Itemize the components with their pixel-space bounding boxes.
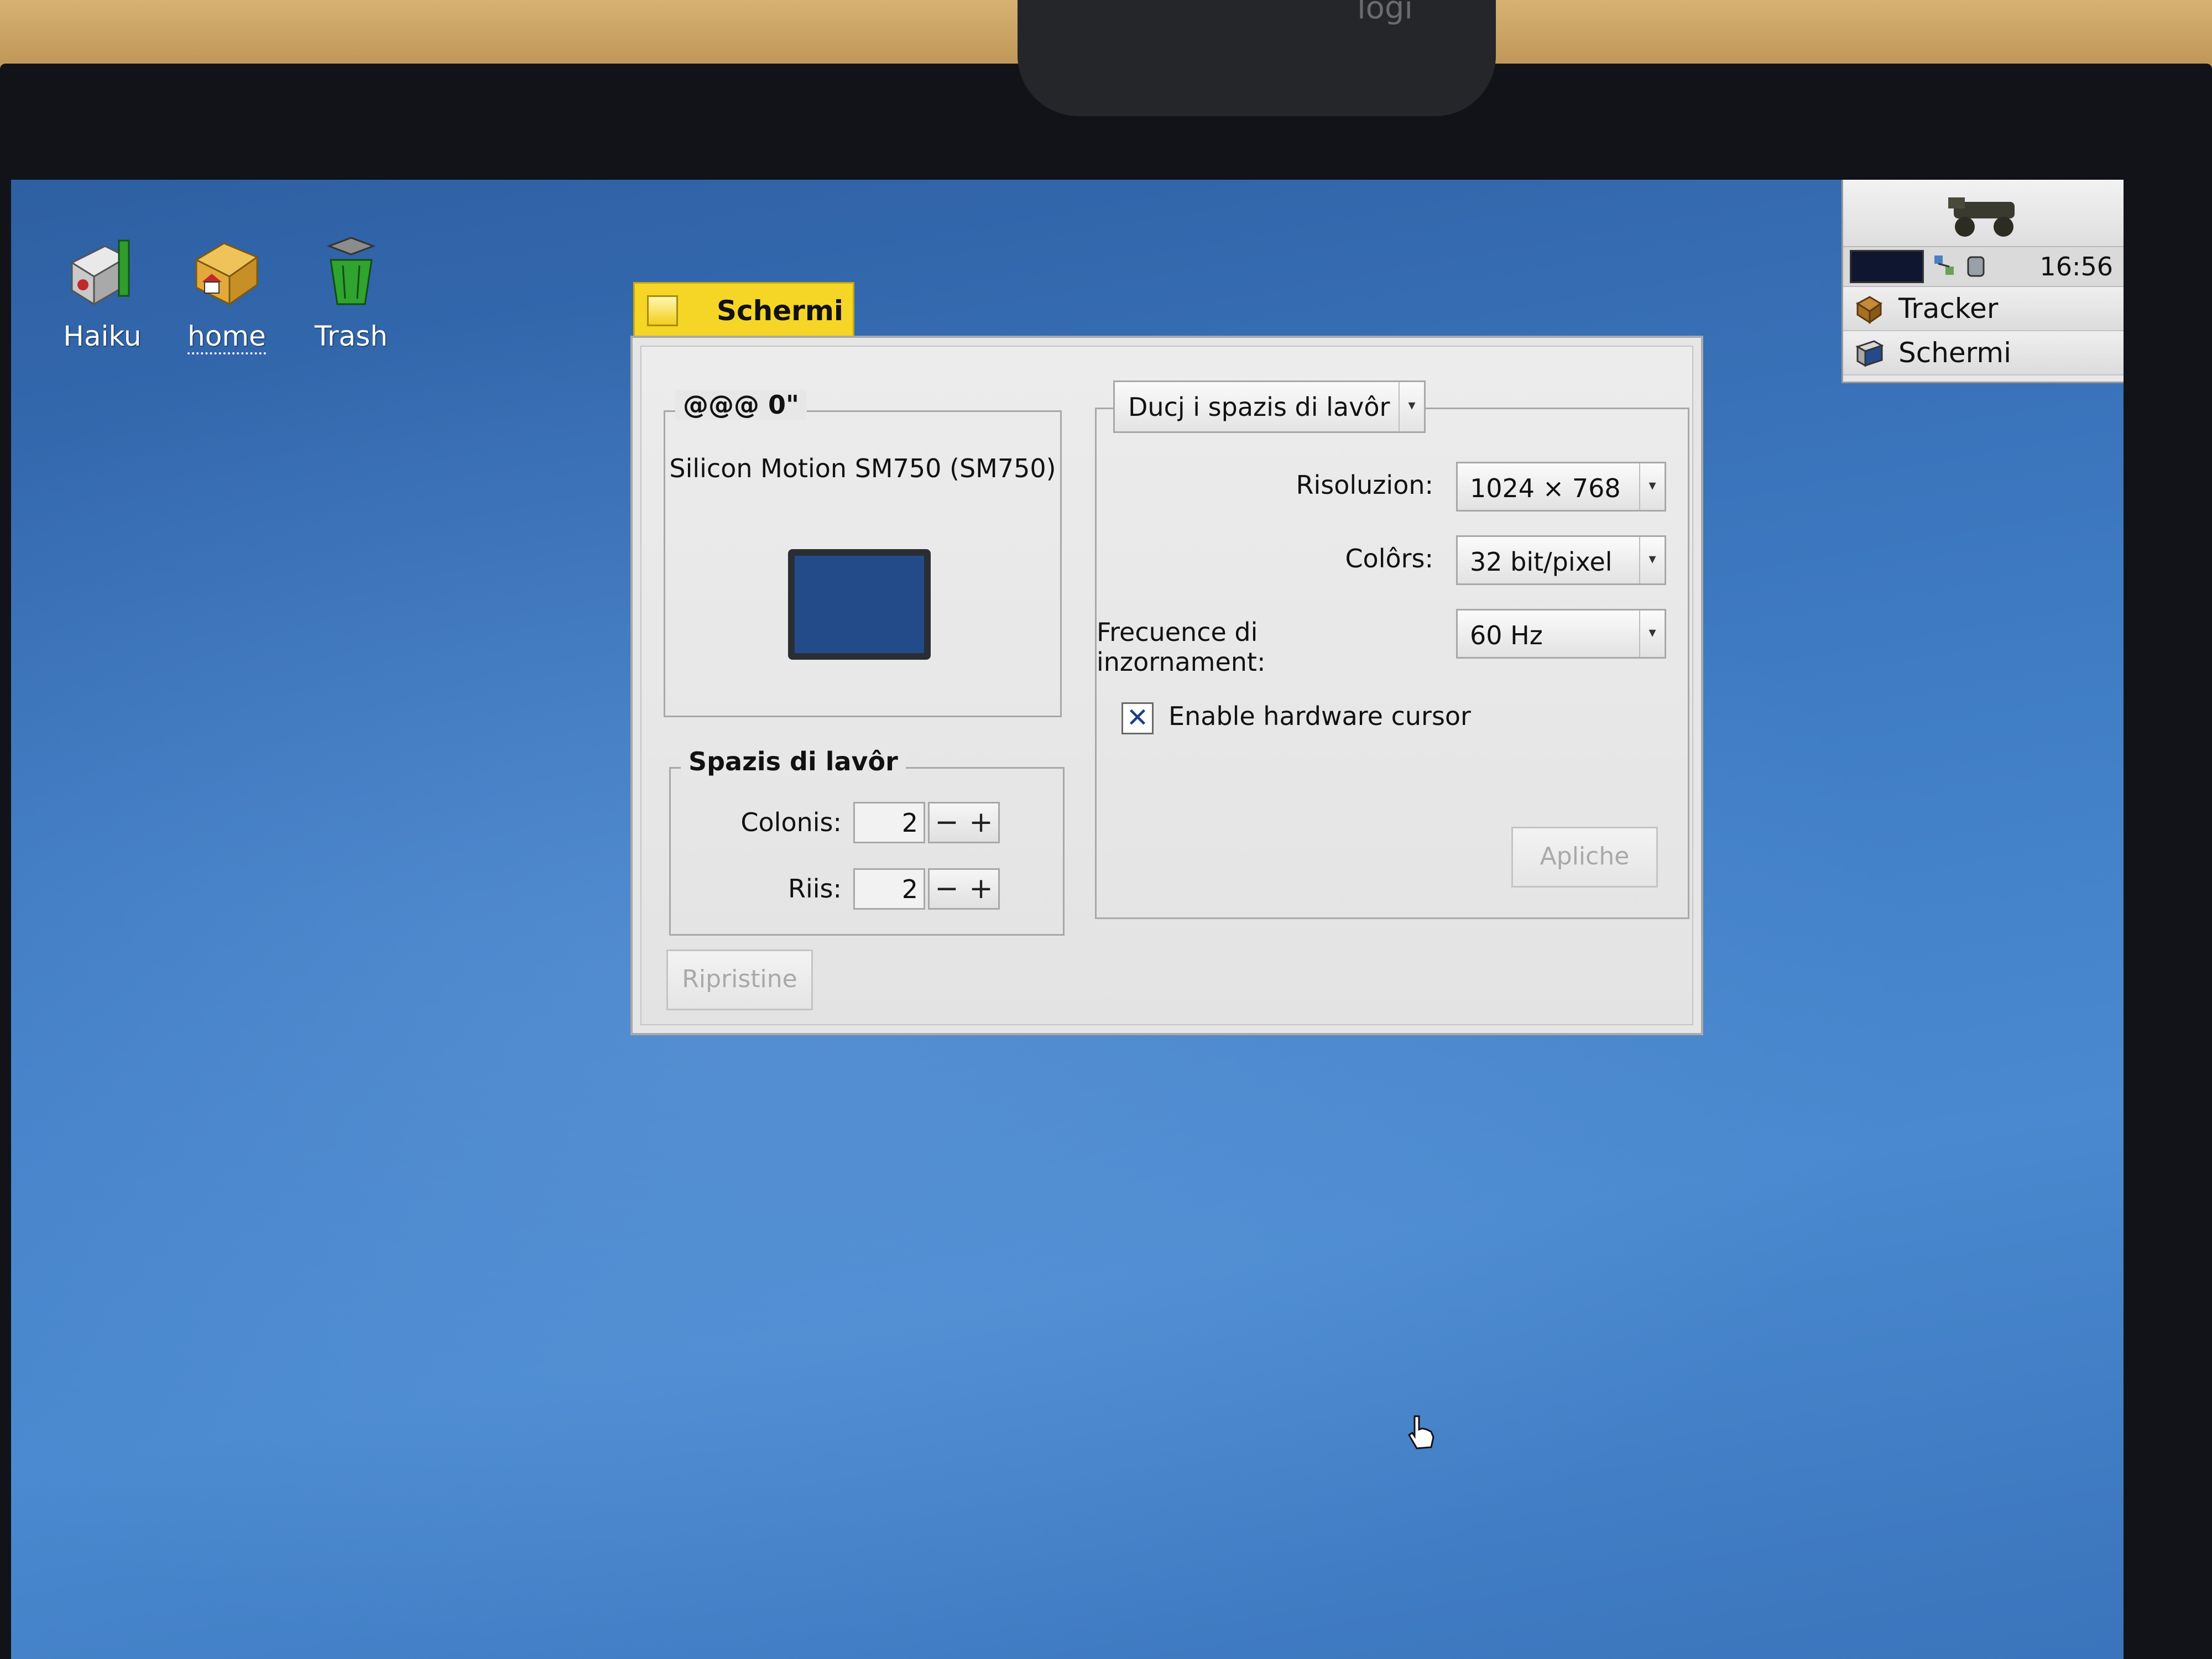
window-title: Schermi: [717, 294, 844, 327]
desktop-icon-home[interactable]: home: [163, 229, 290, 354]
rows-decrement-button[interactable]: −: [930, 870, 964, 908]
workspaces-group-title: Spazis di lavôr: [681, 747, 906, 776]
graphics-card-name: Silicon Motion SM750 (SM750): [669, 453, 1056, 483]
columns-stepper: − +: [928, 802, 1000, 843]
desktop-icon-label: Haiku: [63, 320, 142, 352]
haiku-disk-icon: [61, 229, 144, 312]
chevron-down-icon: [1639, 611, 1665, 657]
apply-button[interactable]: Apliche: [1511, 827, 1658, 888]
desktop-icon-trash[interactable]: Trash: [288, 229, 415, 352]
rows-row: Riis: 2 − +: [671, 868, 1063, 912]
columns-field[interactable]: 2: [853, 802, 925, 843]
hardware-cursor-checkbox[interactable]: ✕: [1121, 702, 1154, 734]
resolution-value: 1024 × 768: [1470, 473, 1621, 503]
hand-pointer-icon: [1405, 1413, 1438, 1452]
workspaces-applet[interactable]: [1850, 250, 1924, 283]
leaf-icon: [1948, 197, 2015, 237]
resolution-select[interactable]: 1024 × 768: [1456, 462, 1666, 512]
deskbar-app-label: Schermi: [1898, 337, 2011, 369]
desktop-icon-label: Trash: [314, 320, 388, 352]
screen-preferences-window: @@@ 0" Silicon Motion SM750 (SM750) Spaz…: [630, 336, 1703, 1035]
deskbar-app-schermi[interactable]: Schermi: [1843, 331, 2124, 375]
refresh-rate-value: 60 Hz: [1470, 620, 1543, 650]
workspaces-group: Spazis di lavôr Colonis: 2 − + Riis: 2 −…: [669, 747, 1065, 936]
leaf-menu-button[interactable]: [1843, 180, 2124, 247]
clock[interactable]: 16:56: [2039, 252, 2119, 281]
columns-row: Colonis: 2 − +: [671, 802, 1063, 846]
home-folder-icon: [185, 229, 268, 312]
refresh-rate-select[interactable]: 60 Hz: [1456, 609, 1666, 659]
window-content: @@@ 0" Silicon Motion SM750 (SM750) Spaz…: [640, 346, 1693, 1025]
close-button[interactable]: [647, 295, 678, 326]
system-tray: 16:56: [1843, 247, 2124, 287]
webcam: logi: [1018, 0, 1496, 116]
network-icon[interactable]: [1932, 253, 1959, 280]
revert-button[interactable]: Ripristine: [666, 950, 813, 1010]
rows-stepper: − +: [928, 868, 1000, 910]
deskbar-app-tracker[interactable]: Tracker: [1843, 287, 2124, 331]
chevron-down-icon: [1399, 382, 1424, 431]
columns-increment-button[interactable]: +: [964, 804, 998, 842]
rows-label: Riis:: [788, 874, 842, 904]
workspace-scope-value: Ducj i spazis di lavôr: [1128, 392, 1390, 422]
monitor-group-title: @@@ 0": [675, 390, 807, 420]
rows-increment-button[interactable]: +: [964, 870, 998, 908]
rows-field[interactable]: 2: [853, 868, 925, 910]
deskbar-app-label: Tracker: [1898, 293, 1999, 325]
volume-icon[interactable]: [1965, 253, 1987, 280]
refresh-rate-label: Frecuence di inzornament:: [1097, 617, 1266, 677]
webcam-brand: logi: [1357, 0, 1413, 26]
desktop: Haiku home Trash 16:56 Tracker Schermi S…: [11, 180, 2124, 1659]
monitor-group: @@@ 0" Silicon Motion SM750 (SM750): [664, 390, 1062, 717]
window-tab[interactable]: Schermi: [633, 282, 854, 337]
columns-decrement-button[interactable]: −: [930, 804, 964, 842]
display-settings-group: Ducj i spazis di lavôr Risoluzion: 1024 …: [1095, 380, 1689, 919]
monitor-preview: [788, 549, 931, 660]
resolution-label: Risoluzion:: [1296, 470, 1433, 500]
colors-select[interactable]: 32 bit/pixel: [1456, 535, 1666, 585]
trash-icon: [310, 229, 393, 312]
hardware-cursor-label: Enable hardware cursor: [1168, 701, 1471, 731]
screen-prefs-icon: [1853, 337, 1885, 369]
workspace-scope-menu[interactable]: Ducj i spazis di lavôr: [1113, 380, 1426, 433]
deskbar: 16:56 Tracker Schermi: [1841, 180, 2124, 383]
colors-value: 32 bit/pixel: [1470, 547, 1613, 577]
desktop-icon-haiku[interactable]: Haiku: [39, 229, 166, 352]
desktop-icon-label: home: [187, 320, 266, 354]
columns-label: Colonis:: [740, 807, 842, 837]
monitor-preview-desktop: [795, 556, 924, 653]
chevron-down-icon: [1639, 463, 1665, 510]
tracker-icon: [1853, 293, 1885, 325]
colors-label: Colôrs:: [1345, 544, 1433, 573]
chevron-down-icon: [1639, 537, 1665, 583]
